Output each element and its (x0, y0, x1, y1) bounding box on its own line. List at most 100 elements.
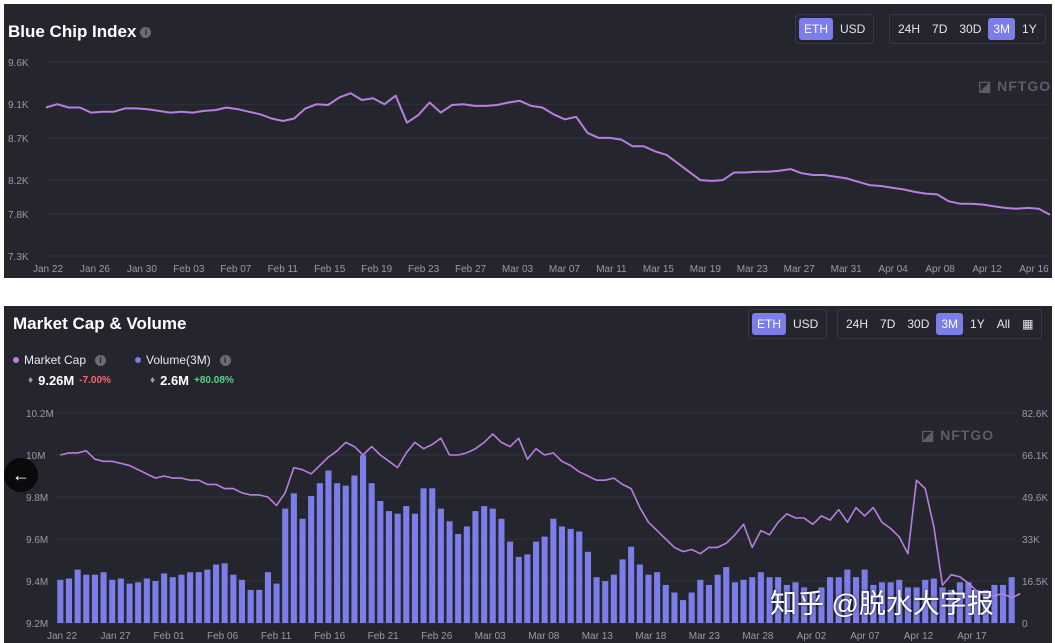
volume-bar (74, 569, 81, 623)
blue-chip-index-line (45, 92, 1051, 216)
volume-bar (1000, 584, 1007, 623)
volume-bar (221, 563, 228, 623)
volume-bar (299, 518, 306, 623)
x-tick-label: Feb 23 (408, 264, 440, 275)
x-tick-label: Jan 26 (80, 264, 110, 275)
left-y-tick-label: 10.2M (26, 409, 54, 420)
y-tick-label: 7.3K (8, 252, 29, 263)
volume-bar (178, 574, 185, 623)
volume-bar (135, 582, 142, 623)
y-tick-label: 8.2K (8, 176, 29, 187)
volume-bar (411, 513, 418, 623)
x-tick-label: Apr 02 (797, 631, 827, 642)
x-tick-label: Apr 07 (850, 631, 880, 642)
left-y-tick-label: 9.6M (26, 535, 48, 546)
right-y-tick-label: 66.1K (1022, 451, 1048, 462)
volume-bar (100, 572, 107, 623)
volume-bar (143, 578, 150, 623)
x-tick-label: Apr 04 (878, 264, 908, 275)
right-y-tick-label: 82.6K (1022, 409, 1048, 420)
volume-bar (463, 526, 470, 623)
volume-bar (247, 589, 254, 623)
zhihu-watermark: 知乎 @脱水大字报 (770, 589, 994, 619)
volume-bar (455, 534, 462, 623)
x-tick-label: Feb 15 (314, 264, 346, 275)
x-tick-label: Mar 18 (635, 631, 667, 642)
y-tick-label: 9.6K (8, 58, 29, 69)
volume-bar (636, 564, 643, 623)
x-tick-label: Mar 23 (689, 631, 721, 642)
x-tick-label: Feb 03 (173, 264, 205, 275)
x-tick-label: Feb 21 (368, 631, 400, 642)
x-tick-label: Feb 06 (207, 631, 239, 642)
x-tick-label: Feb 11 (261, 631, 292, 642)
blue-chip-index-panel: Blue Chip Index i ETH USD 24H 7D 30D 3M 1… (4, 4, 1052, 278)
left-y-tick-label: 9.2M (26, 619, 48, 630)
right-y-tick-label: 33K (1022, 535, 1040, 546)
x-tick-label: Feb 01 (153, 631, 185, 642)
x-tick-label: Mar 13 (582, 631, 614, 642)
volume-bar (740, 579, 747, 623)
volume-bar (705, 584, 712, 623)
x-tick-label: Mar 28 (742, 631, 774, 642)
x-tick-label: Jan 22 (47, 631, 77, 642)
y-tick-label: 8.7K (8, 134, 29, 145)
volume-bar (437, 508, 444, 623)
x-tick-label: Feb 16 (314, 631, 346, 642)
volume-bar (498, 518, 505, 623)
x-tick-label: Jan 27 (101, 631, 131, 642)
volume-bar (394, 513, 401, 623)
volume-bar (697, 579, 704, 623)
volume-bar (662, 584, 669, 623)
volume-bar (264, 572, 271, 623)
volume-bar (593, 577, 600, 623)
volume-bar (524, 554, 531, 623)
x-tick-label: Mar 19 (690, 264, 722, 275)
x-tick-label: Feb 19 (361, 264, 393, 275)
back-arrow-button[interactable]: ← (4, 458, 38, 492)
x-tick-label: Mar 27 (784, 264, 816, 275)
x-tick-label: Mar 03 (502, 264, 534, 275)
x-tick-label: Mar 31 (831, 264, 863, 275)
volume-bar (351, 475, 358, 623)
x-tick-label: Apr 08 (925, 264, 955, 275)
volume-bar (671, 592, 678, 623)
volume-bar (584, 551, 591, 623)
volume-bar (619, 559, 626, 623)
volume-bar (576, 531, 583, 623)
volume-bar (472, 511, 479, 623)
volume-bar (723, 567, 730, 623)
x-tick-label: Apr 12 (972, 264, 1002, 275)
volume-bar (550, 518, 557, 623)
volume-bar (368, 483, 375, 623)
volume-bar (602, 581, 609, 623)
volume-bar (334, 483, 341, 623)
volume-bar (204, 569, 211, 623)
volume-bar (91, 574, 98, 623)
x-tick-label: Jan 22 (33, 264, 63, 275)
volume-bar (541, 536, 548, 623)
volume-bar (757, 572, 764, 623)
volume-bar (230, 574, 237, 623)
volume-bar (533, 541, 540, 623)
left-y-tick-label: 9.8M (26, 493, 48, 504)
volume-bar (117, 578, 124, 623)
x-tick-label: Mar 07 (549, 264, 581, 275)
volume-bar (420, 488, 427, 623)
volume-bar (65, 578, 72, 623)
x-tick-label: Mar 15 (643, 264, 675, 275)
volume-bar (195, 572, 202, 623)
volume-bar (645, 574, 652, 623)
volume-bar (654, 572, 661, 623)
x-tick-label: Jan 30 (127, 264, 157, 275)
volume-bar (481, 506, 488, 623)
y-tick-label: 9.1K (8, 100, 29, 111)
x-tick-label: Mar 08 (528, 631, 560, 642)
volume-bar (273, 583, 280, 623)
volume-bar (57, 579, 64, 623)
volume-bar (377, 501, 384, 623)
volume-bar (169, 577, 176, 623)
volume-bar (126, 583, 133, 623)
volume-bar (749, 577, 756, 623)
x-tick-label: Mar 11 (596, 264, 627, 275)
